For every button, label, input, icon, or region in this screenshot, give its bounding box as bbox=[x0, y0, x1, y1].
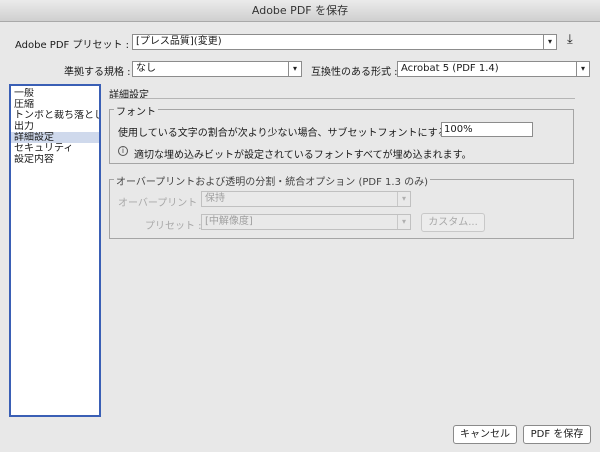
section-divider bbox=[109, 98, 575, 99]
preset-label: Adobe PDF プリセット : bbox=[15, 40, 130, 51]
sidebar: 一般 圧縮 トンボと裁ち落とし 出力 詳細設定 セキュリティ 設定内容 bbox=[9, 84, 101, 417]
sidebar-item-summary[interactable]: 設定内容 bbox=[11, 154, 99, 165]
font-group-legend: フォント bbox=[114, 103, 158, 118]
save-preset-icon[interactable]: ⤓ bbox=[567, 33, 573, 47]
compat-dropdown[interactable]: Acrobat 5 (PDF 1.4) ▾ bbox=[397, 61, 590, 77]
subset-label: 使用している文字の割合が次より少ない場合、サブセットフォントにする : bbox=[118, 128, 455, 139]
standard-value: なし bbox=[136, 63, 156, 74]
flattener-preset-value: [中解像度] bbox=[205, 216, 253, 227]
sidebar-item-output[interactable]: 出力 bbox=[11, 121, 99, 132]
flattener-preset-dropdown[interactable]: [中解像度] ▾ bbox=[201, 214, 411, 230]
overprint-group-legend: オーバープリントおよび透明の分割・統合オプション (PDF 1.3 のみ) bbox=[114, 173, 431, 188]
sidebar-item-compression[interactable]: 圧縮 bbox=[11, 99, 99, 110]
standard-label: 準拠する規格 : bbox=[64, 67, 131, 78]
subset-threshold-value: 100% bbox=[444, 124, 473, 135]
sidebar-item-advanced[interactable]: 詳細設定 bbox=[11, 132, 99, 143]
compat-label: 互換性のある形式 : bbox=[311, 67, 398, 78]
chevron-down-icon: ▾ bbox=[288, 62, 301, 76]
preset-dropdown[interactable]: [プレス品質](変更) ▾ bbox=[132, 34, 557, 50]
window-title: Adobe PDF を保存 bbox=[0, 0, 600, 22]
compat-value: Acrobat 5 (PDF 1.4) bbox=[401, 63, 499, 74]
info-text: 適切な埋め込みビットが設定されているフォントすべてが埋め込まれます。 bbox=[134, 150, 472, 161]
preset-value: [プレス品質](変更) bbox=[136, 36, 222, 47]
overprint-dropdown[interactable]: 保持 ▾ bbox=[201, 191, 411, 207]
chevron-down-icon: ▾ bbox=[576, 62, 589, 76]
cancel-button[interactable]: キャンセル bbox=[453, 425, 517, 444]
sidebar-item-marks-bleeds[interactable]: トンボと裁ち落とし bbox=[11, 110, 99, 121]
chevron-down-icon: ▾ bbox=[397, 215, 410, 229]
overprint-value: 保持 bbox=[205, 193, 225, 204]
overprint-label: オーバープリント : bbox=[118, 198, 204, 209]
sidebar-item-security[interactable]: セキュリティ bbox=[11, 143, 99, 154]
flattener-preset-label: プリセット : bbox=[145, 221, 202, 232]
chevron-down-icon: ▾ bbox=[397, 192, 410, 206]
subset-threshold-input[interactable]: 100% bbox=[441, 122, 533, 137]
custom-button[interactable]: カスタム... bbox=[421, 213, 485, 232]
info-icon: i bbox=[118, 146, 128, 156]
save-pdf-button[interactable]: PDF を保存 bbox=[523, 425, 591, 444]
chevron-down-icon: ▾ bbox=[543, 35, 556, 49]
standard-dropdown[interactable]: なし ▾ bbox=[132, 61, 302, 77]
sidebar-item-general[interactable]: 一般 bbox=[11, 88, 99, 99]
